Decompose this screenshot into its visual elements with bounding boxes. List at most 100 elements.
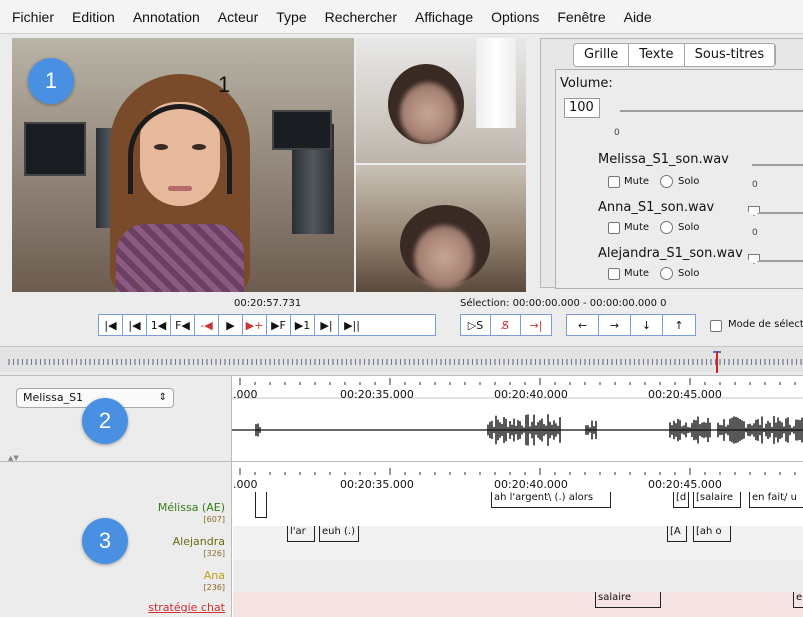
background-monitor [24,122,86,176]
annotation-segment[interactable]: ah l'argent\ (.) alors [491,492,611,508]
next-scroll-icon[interactable]: ▶| [315,315,339,335]
solo-radio-anna[interactable] [660,221,673,234]
selection-mode-icon[interactable]: →| [521,315,551,335]
solo-label: Solo [678,222,700,233]
tier-row-ana[interactable] [233,560,803,592]
menu-aide[interactable]: Aide [624,9,652,25]
tier-row-alejandra[interactable]: l'ar euh (.) [A [ah o [233,526,803,560]
play-icon[interactable]: ▶ [219,315,243,335]
tier-ruler-label-35: 00:20:35.000 [340,478,414,491]
menu-affichage[interactable]: Affichage [415,9,473,25]
ruler-ticks [239,378,796,385]
pixel-forward-icon[interactable]: ▶+ [243,315,267,335]
slider-thumb[interactable] [748,254,760,264]
track-scale-zero: 0 [752,228,758,238]
menu-bar: Fichier Edition Annotation Acteur Type R… [0,0,803,34]
annotation-segment[interactable]: [ah o [693,526,731,542]
tier-row-melissa[interactable]: ah l'argent\ (.) alors [d [salaire en fa… [233,492,803,526]
track-slider-melissa[interactable] [752,164,803,166]
media-control-panel: Grille Texte Sous-titres Volume: 100 0 M… [540,38,803,289]
annotation-segment[interactable]: [d [673,492,689,508]
annotation-segment[interactable]: l'ar [287,526,315,542]
bottom-right-video-frame[interactable] [356,165,526,292]
annotation-segment[interactable]: euh (.) [319,526,359,542]
playback-controls: |◀ |◀ 1◀ F◀ -◀ ▶ ▶+ ▶F ▶1 ▶| ▶|| [98,314,436,336]
arrow-right-icon[interactable]: → [599,315,631,335]
badge-3: 3 [82,518,128,564]
arrow-down-icon[interactable]: ↓ [631,315,663,335]
tier-name-alejandra[interactable]: Alejandra [326] [173,536,225,560]
mute-label: Mute [624,176,650,187]
tier-name-melissa[interactable]: Mélissa (AE) [607] [158,502,225,526]
waveform-trace [232,414,803,446]
arrow-left-icon[interactable]: ← [567,315,599,335]
step-forward-icon[interactable]: ▶1 [291,315,315,335]
annotation-segment[interactable]: [A [667,526,687,542]
annotation-segment[interactable]: salaire [595,592,661,608]
tier-ruler-label-45: 00:20:45.000 [648,478,722,491]
source-select-value: Melissa_S1 [23,391,84,404]
frame-back-icon[interactable]: F◀ [171,315,195,335]
master-volume-slider[interactable] [620,110,803,112]
tab-texte[interactable]: Texte [629,44,685,66]
menu-edition[interactable]: Edition [72,9,115,25]
annotation-segment[interactable]: [salaire [693,492,741,508]
go-to-end-icon[interactable]: ▶|| [339,315,365,335]
solo-radio-alejandra[interactable] [660,267,673,280]
step-back-icon[interactable]: 1◀ [147,315,171,335]
timeline-overview[interactable] [0,346,803,373]
menu-fenetre[interactable]: Fenêtre [557,9,605,25]
top-right-video-frame[interactable] [356,38,526,163]
annotation-segment[interactable]: en fait/ u [749,492,803,508]
track-slider-anna[interactable] [752,212,803,214]
tier-ruler-label-start: .000 [233,478,258,491]
slider-thumb[interactable] [748,206,760,216]
tab-grille[interactable]: Grille [574,44,630,66]
menu-acteur[interactable]: Acteur [218,9,258,25]
mute-label: Mute [624,268,650,279]
frame-forward-icon[interactable]: ▶F [267,315,291,335]
ruler-label-40: 00:20:40.000 [494,388,568,401]
play-selection-icon[interactable]: ▷S [461,315,491,335]
panel-tabs: Grille Texte Sous-titres [573,43,777,67]
menu-fichier[interactable]: Fichier [12,9,54,25]
arrow-up-icon[interactable]: ↑ [663,315,695,335]
annotation-segment[interactable] [255,492,267,518]
annotation-segment[interactable]: e [793,592,803,608]
menu-type[interactable]: Type [276,9,306,25]
select-arrows-icon: ⇕ [158,392,167,403]
tier-row-strategie[interactable]: salaire e [233,592,803,617]
selection-readout: Sélection: 00:00:00.000 - 00:00:00.000 0 [460,298,667,309]
pixel-back-icon[interactable]: -◀ [195,315,219,335]
solo-radio-melissa[interactable] [660,175,673,188]
selection-controls: ▷S S̸ →| [460,314,552,336]
mute-checkbox-melissa[interactable] [608,176,620,188]
badge-1: 1 [28,58,74,104]
tier-name-ana[interactable]: Ana [236] [203,570,225,594]
mute-checkbox-alejandra[interactable] [608,268,620,280]
ruler-label-35: 00:20:35.000 [340,388,414,401]
track-scale-zero: 0 [752,180,758,190]
ruler-label-45: 00:20:45.000 [648,388,722,401]
previous-scroll-icon[interactable]: |◀ [123,315,147,335]
clear-selection-icon[interactable]: S̸ [491,315,521,335]
tier-name-strategie[interactable]: stratégie chat [148,602,225,614]
crosshair-marker[interactable] [716,351,718,373]
menu-annotation[interactable]: Annotation [133,9,200,25]
background-monitor [272,110,332,150]
mute-checkbox-anna[interactable] [608,222,620,234]
blurred-face [414,225,474,289]
navigation-controls: ← → ↓ ↑ [566,314,696,336]
track-slider-alejandra[interactable] [752,260,803,262]
overview-strip [8,359,803,365]
volume-input[interactable]: 100 [564,98,600,118]
ruler-label-start: .000 [233,388,258,401]
go-to-start-icon[interactable]: |◀ [99,315,123,335]
selection-mode-checkbox[interactable] [710,320,722,332]
menu-options[interactable]: Options [491,9,539,25]
badge-2: 2 [82,398,128,444]
mute-label: Mute [624,222,650,233]
tab-sous-titres[interactable]: Sous-titres [685,44,776,66]
menu-rechercher[interactable]: Rechercher [325,9,397,25]
solo-label: Solo [678,268,700,279]
